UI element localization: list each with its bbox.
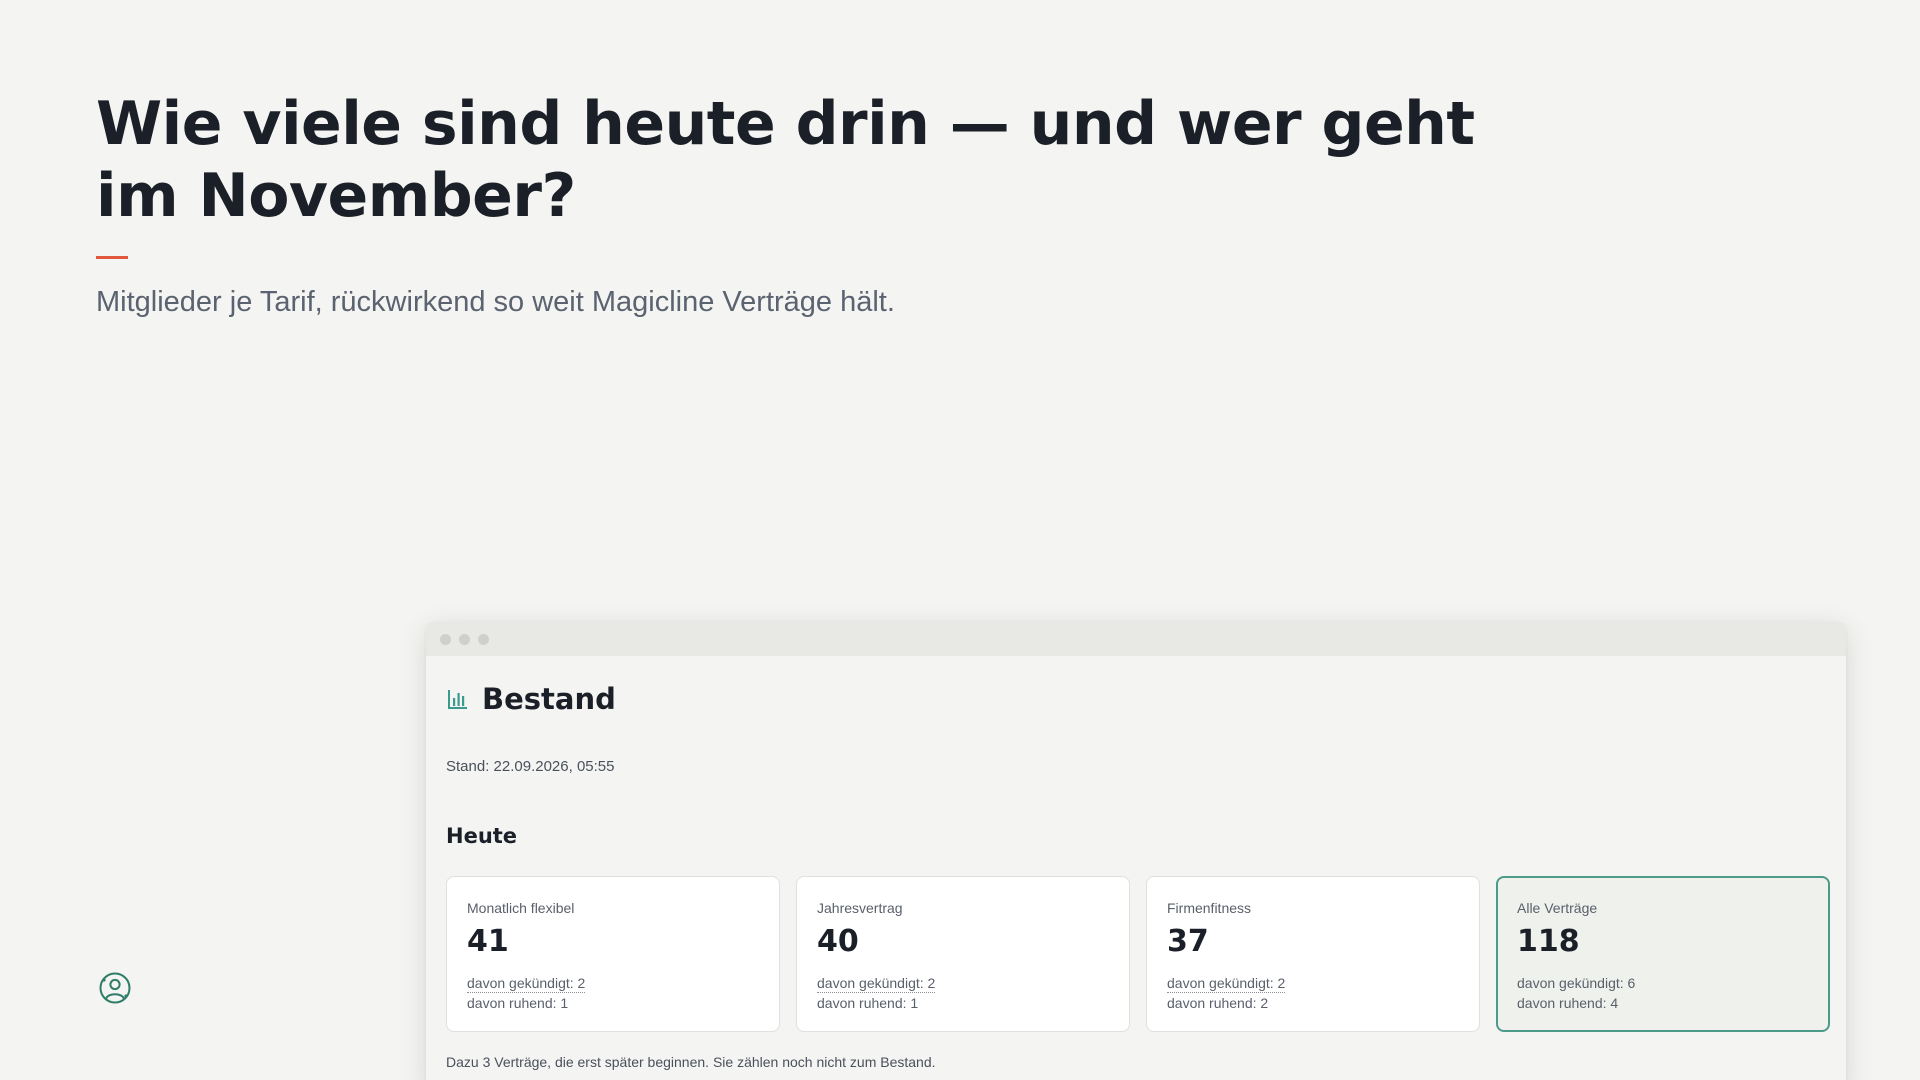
stat-card-jahresvertrag: Jahresvertrag 40 davon gekündigt: 2 davo… (796, 876, 1130, 1032)
stat-card-gekuendigt[interactable]: davon gekündigt: 2 (467, 974, 586, 993)
stat-card-label: Firmenfitness (1167, 900, 1252, 916)
stat-card-gekuendigt: davon gekündigt: 6 (1517, 975, 1636, 991)
app-window: Bestand Stand: 22.09.2026, 05:55 Heute M… (426, 622, 1846, 1080)
window-dot-close[interactable] (440, 633, 451, 645)
bar-chart-icon (448, 690, 467, 709)
stat-card-label: Monatlich flexibel (467, 900, 575, 916)
stat-card-value: 37 (1167, 924, 1209, 959)
stat-card-monatlich: Monatlich flexibel 41 davon gekündigt: 2… (446, 876, 780, 1032)
stat-card-ruhend: davon ruhend: 1 (467, 995, 569, 1011)
stat-card-value: 41 (467, 924, 509, 959)
stat-card-label: Alle Verträge (1517, 900, 1598, 916)
stat-card-gekuendigt[interactable]: davon gekündigt: 2 (1167, 974, 1286, 993)
stat-card-ruhend: davon ruhend: 1 (817, 995, 919, 1011)
stat-card-firmenfitness: Firmenfitness 37 davon gekündigt: 2 davo… (1146, 876, 1480, 1032)
last-updated-text: Stand: 22.09.2026, 05:55 (446, 758, 615, 775)
accent-rule (96, 256, 128, 259)
slide-subline: Mitglieder je Tarif, rückwirkend so weit… (96, 286, 895, 318)
slide-headline: Wie viele sind heute drin — und wer geht… (96, 89, 1475, 231)
person-circle-icon (99, 972, 131, 1004)
app-header: Bestand (446, 682, 616, 716)
section-title-today: Heute (446, 824, 518, 848)
page-title: Bestand (482, 682, 616, 716)
stat-card-gekuendigt[interactable]: davon gekündigt: 2 (817, 974, 936, 993)
pending-contracts-note: Dazu 3 Verträge, die erst später beginne… (446, 1054, 936, 1070)
stat-cards: Monatlich flexibel 41 davon gekündigt: 2… (446, 876, 1830, 1032)
stat-card-label: Jahresvertrag (817, 900, 903, 916)
window-dot-minimize[interactable] (459, 633, 470, 645)
stat-card-alle-vertraege: Alle Verträge 118 davon gekündigt: 6 dav… (1496, 876, 1830, 1032)
stat-card-ruhend: davon ruhend: 4 (1517, 995, 1619, 1011)
stat-card-ruhend: davon ruhend: 2 (1167, 995, 1269, 1011)
window-titlebar (426, 622, 1846, 656)
stat-card-value: 118 (1517, 924, 1580, 959)
slide: Wie viele sind heute drin — und wer geht… (0, 0, 1920, 1080)
stat-card-value: 40 (817, 924, 859, 959)
window-dot-maximize[interactable] (478, 633, 489, 645)
